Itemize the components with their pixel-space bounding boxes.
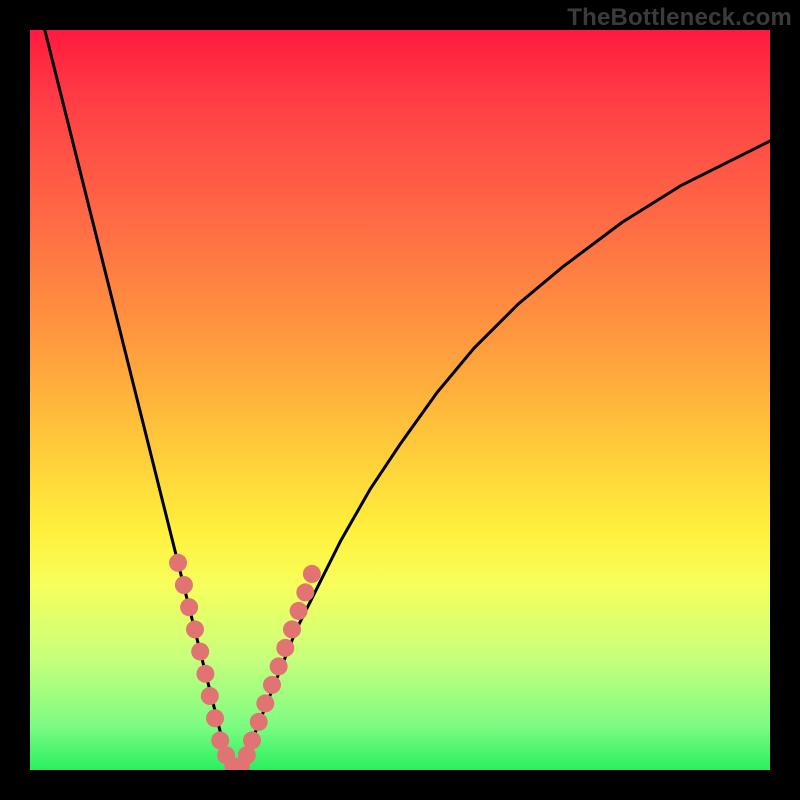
data-marker — [196, 665, 214, 683]
plot-area — [30, 30, 770, 770]
curve-left-branch — [45, 30, 237, 770]
data-marker — [276, 639, 294, 657]
data-marker — [303, 565, 321, 583]
data-marker — [191, 643, 209, 661]
data-marker — [263, 676, 281, 694]
curve-right-branch — [237, 141, 770, 770]
data-marker — [250, 713, 268, 731]
chart-svg — [30, 30, 770, 770]
data-marker — [186, 620, 204, 638]
watermark-text: TheBottleneck.com — [567, 4, 792, 32]
data-marker — [201, 687, 219, 705]
data-marker — [296, 583, 314, 601]
outer-frame: TheBottleneck.com — [0, 0, 800, 800]
data-marker — [169, 554, 187, 572]
data-marker — [243, 731, 261, 749]
data-marker — [175, 576, 193, 594]
data-marker — [206, 709, 224, 727]
data-marker — [270, 657, 288, 675]
data-marker — [180, 598, 198, 616]
data-marker — [256, 694, 274, 712]
marker-group — [169, 554, 321, 770]
data-marker — [283, 620, 301, 638]
data-marker — [290, 602, 308, 620]
